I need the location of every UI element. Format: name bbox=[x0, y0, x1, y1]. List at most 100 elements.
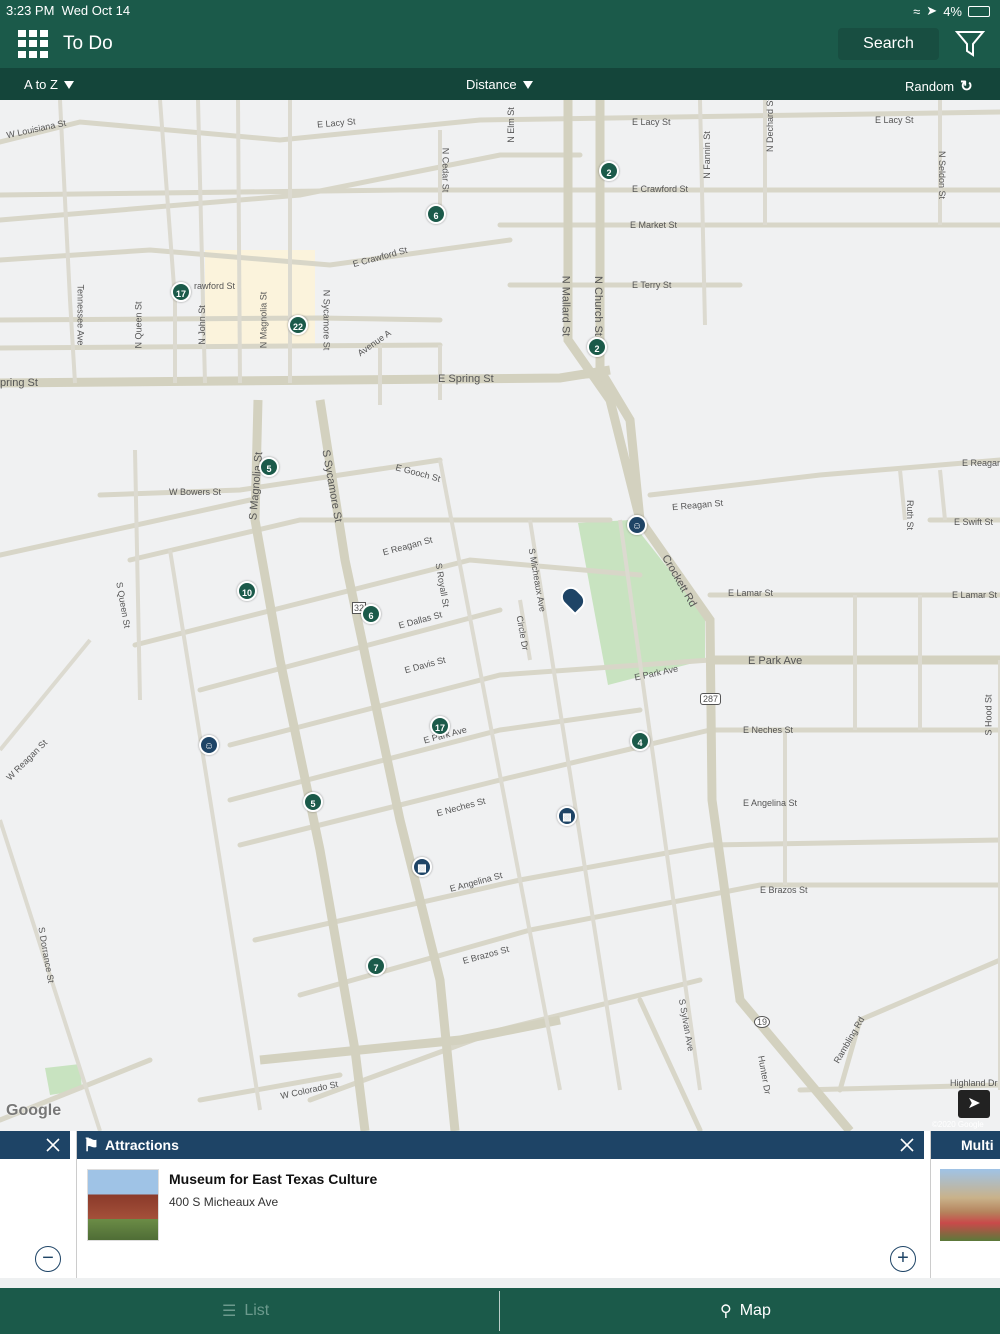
card-body: Museum for East Texas Culture 400 S Mich… bbox=[77, 1159, 924, 1251]
sort-distance-label: Distance bbox=[466, 77, 517, 92]
sort-a-to-z-label: A to Z bbox=[24, 77, 58, 92]
map-cluster-pin[interactable]: 6 bbox=[361, 604, 381, 624]
sort-a-to-z[interactable]: A to Z bbox=[24, 77, 74, 92]
street-label: N Fannin St bbox=[701, 131, 712, 179]
map-cluster-pin[interactable]: 5 bbox=[303, 792, 323, 812]
street-label: E Park Ave bbox=[748, 655, 803, 667]
card-previous[interactable]: − bbox=[0, 1131, 70, 1278]
street-label: E Lamar St bbox=[952, 590, 998, 600]
map-copyright: ©2020 Google bbox=[932, 1120, 984, 1129]
street-label: N Dechard St bbox=[765, 100, 776, 153]
card-category: Multi bbox=[961, 1137, 994, 1153]
street-label: E Swift St bbox=[954, 517, 994, 527]
street-label: E Lacy St bbox=[875, 115, 914, 125]
add-button[interactable]: + bbox=[890, 1246, 916, 1272]
sort-random[interactable]: Random ↻ bbox=[905, 77, 973, 95]
street-label: W Bowers St bbox=[169, 487, 222, 497]
museum-thumbnail[interactable] bbox=[87, 1169, 159, 1241]
battery-icon bbox=[968, 5, 990, 17]
street-label: N Queen St bbox=[133, 301, 144, 349]
street-label: S Hood St bbox=[983, 694, 994, 736]
map-cluster-pin[interactable]: 22 bbox=[288, 315, 308, 335]
attraction-cards: − ⚑ Attractions Museum for East Texas Cu… bbox=[0, 1131, 1000, 1278]
highway-shield: 287 bbox=[700, 693, 722, 705]
caret-down-icon bbox=[522, 80, 533, 89]
tab-map-label: Map bbox=[739, 1302, 771, 1319]
tab-list[interactable]: ☰ List bbox=[222, 1301, 269, 1321]
street-label: E Neches St bbox=[743, 725, 794, 735]
street-label: N Seldon St bbox=[937, 150, 948, 200]
street-label: Tennessee Ave bbox=[75, 284, 86, 346]
close-icon[interactable] bbox=[898, 1136, 916, 1154]
card-header: Multi bbox=[931, 1131, 1000, 1159]
street-label: N John St bbox=[196, 305, 207, 345]
card-address: 400 S Micheaux Ave bbox=[169, 1195, 279, 1209]
app-header: To Do Search bbox=[0, 20, 1000, 68]
remove-button[interactable]: − bbox=[35, 1246, 61, 1272]
caret-down-icon bbox=[63, 80, 74, 89]
street-label: E Angelina St bbox=[743, 798, 798, 808]
street-label: E Reagan bbox=[962, 458, 1000, 468]
thumbnail[interactable] bbox=[940, 1169, 1000, 1241]
sort-random-label: Random bbox=[905, 78, 955, 94]
google-logo: Google bbox=[6, 1102, 62, 1119]
street-label: E Lamar St bbox=[728, 588, 774, 598]
street-label: Ruth St bbox=[905, 499, 916, 531]
refresh-icon: ↻ bbox=[960, 78, 973, 95]
card-category: Attractions bbox=[105, 1137, 179, 1153]
card-header: ⚑ Attractions bbox=[77, 1131, 924, 1159]
road-network bbox=[0, 100, 1000, 1131]
card-current[interactable]: ⚑ Attractions Museum for East Texas Cult… bbox=[76, 1131, 924, 1278]
map-cluster-pin[interactable]: 2 bbox=[599, 161, 619, 181]
theater-masks-icon[interactable]: ☺ bbox=[199, 735, 219, 755]
theater-masks-icon[interactable]: ☺ bbox=[627, 515, 647, 535]
card-header bbox=[0, 1131, 70, 1159]
filter-icon[interactable] bbox=[954, 29, 986, 59]
map-view[interactable]: E Lacy St E Lacy St E Lacy St W Louisian… bbox=[0, 100, 1000, 1131]
map-cluster-pin[interactable]: 10 bbox=[237, 581, 257, 601]
map-cluster-pin[interactable]: 17 bbox=[430, 716, 450, 736]
locate-me-button[interactable]: ➤ bbox=[958, 1090, 990, 1118]
card-title[interactable]: Museum for East Texas Culture bbox=[169, 1171, 377, 1187]
close-icon[interactable] bbox=[44, 1136, 62, 1154]
street-label: Highland Dr bbox=[950, 1078, 998, 1088]
street-label: N Magnolia St bbox=[258, 291, 269, 349]
map-cluster-pin[interactable]: 2 bbox=[587, 337, 607, 357]
building-icon[interactable]: ▩ bbox=[412, 857, 432, 877]
street-label: rawford St bbox=[194, 281, 236, 291]
street-label: N Elm St bbox=[505, 107, 516, 143]
search-button[interactable]: Search bbox=[838, 28, 939, 60]
map-cluster-pin[interactable]: 6 bbox=[426, 204, 446, 224]
map-cluster-pin[interactable]: 17 bbox=[171, 282, 191, 302]
sort-distance[interactable]: Distance bbox=[466, 77, 533, 92]
page-title: To Do bbox=[63, 33, 113, 54]
card-body bbox=[931, 1159, 1000, 1241]
card-next[interactable]: Multi bbox=[930, 1131, 1000, 1278]
status-time: 3:23 PM Wed Oct 14 bbox=[6, 3, 131, 18]
map-cluster-pin[interactable]: 4 bbox=[630, 731, 650, 751]
map-cluster-pin[interactable]: 7 bbox=[366, 956, 386, 976]
street-label: N Church St bbox=[591, 276, 604, 336]
grid-menu-icon[interactable] bbox=[18, 30, 48, 58]
street-label: N Cedar St bbox=[440, 147, 451, 193]
flag-icon: ⚑ bbox=[83, 1135, 100, 1155]
street-label: pring St bbox=[0, 377, 38, 389]
bottom-tab-bar: ☰ List ⚲ Map bbox=[0, 1288, 1000, 1334]
status-bar: 3:23 PM Wed Oct 14 ≈ ➤ 4% bbox=[0, 0, 1000, 20]
map-pin-icon: ⚲ bbox=[720, 1303, 732, 1320]
street-label: E Brazos St bbox=[760, 885, 808, 895]
street-label: E Crawford St bbox=[632, 184, 689, 194]
street-label: N Mallard St bbox=[559, 275, 572, 337]
building-icon[interactable]: ▩ bbox=[557, 806, 577, 826]
location-arrow-icon: ➤ bbox=[926, 3, 938, 18]
street-label: E Market St bbox=[630, 220, 678, 230]
tab-map[interactable]: ⚲ Map bbox=[720, 1301, 771, 1321]
street-label: E Spring St bbox=[438, 373, 494, 385]
sort-bar: A to Z Distance Random ↻ bbox=[0, 68, 1000, 100]
tab-list-label: List bbox=[244, 1302, 270, 1319]
battery-percent: 4% bbox=[943, 3, 962, 19]
map-cluster-pin[interactable]: 5 bbox=[259, 457, 279, 477]
list-icon: ☰ bbox=[222, 1303, 237, 1320]
street-label: E Terry St bbox=[632, 280, 672, 290]
wifi-icon: ≈ bbox=[913, 3, 921, 19]
